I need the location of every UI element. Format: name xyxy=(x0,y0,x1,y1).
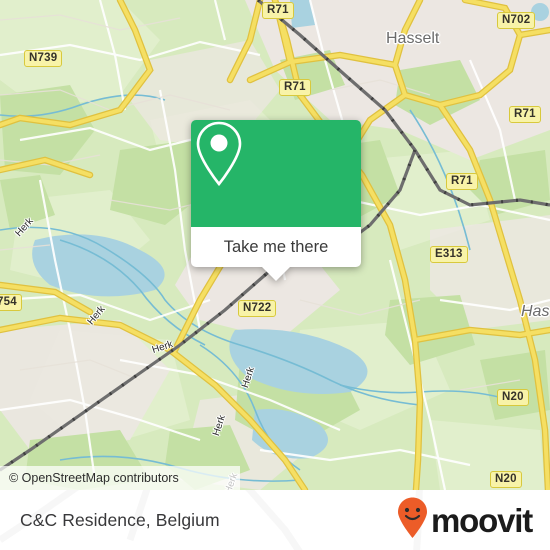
road-shield-r71: R71 xyxy=(279,79,311,96)
popup-tail xyxy=(262,267,290,281)
road-shield-e313: E313 xyxy=(430,246,468,263)
road-shield-r71: R71 xyxy=(509,106,541,123)
road-shield-754: 754 xyxy=(0,294,22,311)
road-shield-r71: R71 xyxy=(446,173,478,190)
moovit-wordmark: moovit xyxy=(431,501,533,539)
popup-icon-area xyxy=(191,120,361,227)
road-shield-n20: N20 xyxy=(497,389,529,406)
road-shield-r71: R71 xyxy=(262,2,294,19)
road-shield-n739: N739 xyxy=(24,50,63,67)
footer-bar: C&C Residence, Belgium moovit xyxy=(0,490,550,550)
page-title: C&C Residence, Belgium xyxy=(20,490,220,550)
moovit-logo[interactable]: moovit xyxy=(396,490,533,550)
location-popup-card[interactable]: Take me there xyxy=(191,120,361,281)
page-title-label: C&C Residence, Belgium xyxy=(20,509,220,530)
road-shield-n702: N702 xyxy=(497,12,536,29)
map-canvas[interactable]: Hasselt Has Herk Herk Herk Herk Herk Her… xyxy=(0,0,550,490)
osm-attribution-label: © OpenStreetMap contributors xyxy=(9,471,179,485)
moovit-pin-icon xyxy=(396,497,429,544)
place-label-hasselt: Hasselt xyxy=(386,30,440,47)
take-me-there-button[interactable]: Take me there xyxy=(191,227,361,281)
moovit-location-card: Hasselt Has Herk Herk Herk Herk Herk Her… xyxy=(0,0,550,550)
osm-attribution[interactable]: © OpenStreetMap contributors xyxy=(0,466,240,490)
take-me-there-label: Take me there xyxy=(223,237,329,256)
road-shield-n722: N722 xyxy=(238,300,277,317)
place-label-hasselt-clipped: Has xyxy=(521,303,550,320)
road-shield-n20: N20 xyxy=(490,471,522,488)
